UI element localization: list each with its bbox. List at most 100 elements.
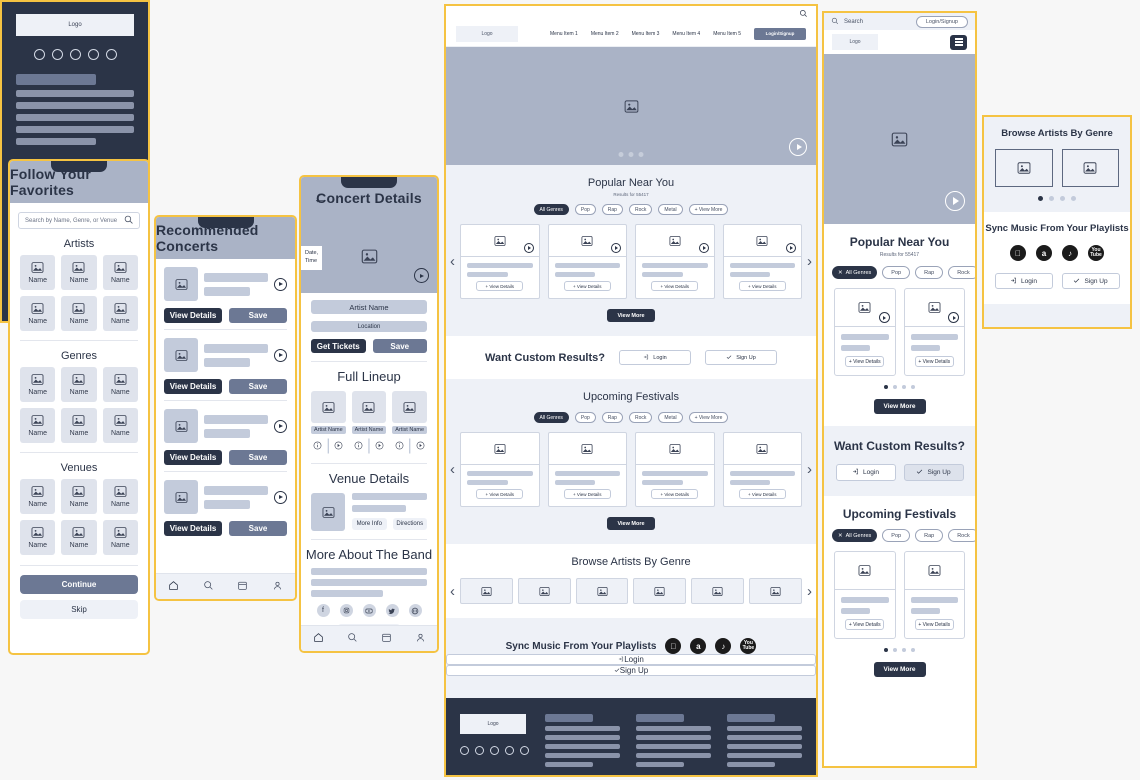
- concert-card[interactable]: + View Details: [722, 224, 802, 299]
- view-details-button[interactable]: + View Details: [651, 281, 699, 291]
- close-icon[interactable]: ✕: [838, 270, 843, 276]
- chip-rap[interactable]: Rap: [915, 529, 944, 542]
- chip-all-genres[interactable]: All Genres: [533, 204, 569, 215]
- tile-item[interactable]: Name: [102, 255, 138, 290]
- view-details-button[interactable]: View Details: [164, 308, 222, 323]
- lineup-item[interactable]: Artist Name |: [351, 391, 387, 455]
- continue-button[interactable]: Continue: [20, 575, 138, 594]
- tile-item[interactable]: Name: [20, 479, 56, 514]
- social-circle-icon[interactable]: [460, 746, 469, 755]
- festival-card[interactable]: + View Details: [547, 432, 627, 507]
- festival-card[interactable]: + View Details: [722, 432, 802, 507]
- view-details-button[interactable]: View Details: [164, 379, 222, 394]
- social-circle-icon[interactable]: [490, 746, 499, 755]
- login-button[interactable]: Login: [994, 273, 1053, 289]
- get-tickets-button[interactable]: Get Tickets: [311, 339, 366, 353]
- view-more-button[interactable]: View More: [873, 662, 926, 677]
- play-button[interactable]: [611, 243, 621, 253]
- concert-card[interactable]: + View Details: [834, 288, 896, 376]
- play-button[interactable]: [698, 243, 709, 253]
- chip-rap[interactable]: Rap: [601, 204, 623, 215]
- genre-tile[interactable]: [460, 578, 513, 604]
- view-more-button[interactable]: View More: [873, 399, 926, 414]
- play-button[interactable]: [786, 243, 796, 253]
- play-button[interactable]: [789, 138, 807, 156]
- nav-item-3[interactable]: Menu Item 3: [632, 31, 660, 37]
- chip-pop[interactable]: Pop: [882, 266, 911, 279]
- profile-icon[interactable]: [272, 578, 283, 596]
- play-button[interactable]: [945, 191, 965, 211]
- directions-button[interactable]: Directions: [392, 518, 427, 530]
- view-details-button[interactable]: + View Details: [845, 356, 885, 367]
- view-details-button[interactable]: + View Details: [738, 281, 786, 291]
- tile-item[interactable]: Name: [61, 479, 97, 514]
- amazon-music-icon[interactable]: a: [690, 638, 707, 654]
- play-button[interactable]: [274, 348, 287, 362]
- site-logo[interactable]: Logo: [832, 34, 878, 50]
- site-logo[interactable]: Logo: [456, 25, 518, 42]
- view-details-button[interactable]: + View Details: [476, 281, 524, 291]
- social-circle-icon[interactable]: [51, 49, 63, 60]
- save-button[interactable]: Save: [229, 379, 287, 394]
- tile-item[interactable]: Name: [102, 296, 138, 331]
- tile-item[interactable]: Name: [102, 479, 138, 514]
- tile-item[interactable]: Name: [20, 367, 56, 402]
- profile-icon[interactable]: [415, 630, 426, 648]
- apple-music-icon[interactable]: : [1010, 245, 1026, 261]
- more-info-button[interactable]: More Info: [352, 518, 387, 530]
- festival-card[interactable]: + View Details: [460, 432, 540, 507]
- chip-rock[interactable]: Rock: [948, 266, 975, 279]
- play-button[interactable]: [274, 419, 287, 433]
- save-button[interactable]: Save: [229, 308, 287, 323]
- play-button[interactable]: [414, 268, 429, 283]
- view-details-button[interactable]: + View Details: [738, 489, 786, 499]
- social-circle-icon[interactable]: [69, 49, 81, 60]
- signup-button[interactable]: Sign Up: [446, 665, 816, 676]
- festival-card[interactable]: + View Details: [903, 551, 965, 639]
- login-button[interactable]: Login: [446, 654, 816, 665]
- login-signup-button[interactable]: Login/Signup: [754, 27, 806, 40]
- tile-item[interactable]: Name: [61, 255, 97, 290]
- chip-metal[interactable]: Metal: [658, 204, 683, 215]
- view-details-button[interactable]: + View Details: [563, 281, 611, 291]
- home-icon[interactable]: [313, 630, 324, 648]
- carousel-dots[interactable]: [618, 152, 644, 157]
- genre-tile[interactable]: [995, 149, 1053, 187]
- calendar-icon[interactable]: [237, 578, 248, 596]
- carousel-next-arrow[interactable]: ›: [807, 254, 812, 269]
- save-button[interactable]: Save: [372, 339, 427, 353]
- chip-metal[interactable]: Metal: [658, 412, 683, 423]
- tile-item[interactable]: Name: [102, 408, 138, 443]
- chip-view-more[interactable]: + View More: [688, 412, 729, 423]
- search-icon[interactable]: [799, 6, 808, 23]
- tile-item[interactable]: Name: [20, 520, 56, 555]
- view-details-button[interactable]: + View Details: [845, 619, 885, 630]
- youtube-music-icon[interactable]: You Tube: [740, 638, 757, 654]
- genre-tile[interactable]: [749, 578, 802, 604]
- genre-tile[interactable]: [1061, 149, 1119, 187]
- chip-rap[interactable]: Rap: [601, 412, 623, 423]
- chip-pop[interactable]: Pop: [574, 412, 596, 423]
- info-icon[interactable]: [395, 437, 404, 455]
- social-circle-icon[interactable]: [33, 49, 45, 60]
- chip-all-genres[interactable]: All Genres: [533, 412, 569, 423]
- chip-rap[interactable]: Rap: [915, 266, 944, 279]
- info-icon[interactable]: [313, 437, 322, 455]
- carousel-dots[interactable]: [984, 196, 1130, 201]
- facebook-icon[interactable]: f: [316, 604, 330, 617]
- tile-item[interactable]: Name: [20, 296, 56, 331]
- play-button[interactable]: [274, 490, 287, 504]
- search-input[interactable]: Search by Name, Genre, or Venue: [18, 212, 140, 229]
- concert-card[interactable]: + View Details: [460, 224, 540, 299]
- carousel-next-arrow[interactable]: ›: [807, 584, 812, 599]
- tile-item[interactable]: Name: [20, 408, 56, 443]
- chip-view-more[interactable]: + View More: [688, 204, 729, 215]
- search-icon[interactable]: [347, 630, 358, 648]
- nav-item-4[interactable]: Menu Item 4: [672, 31, 700, 37]
- lineup-item[interactable]: Artist Name |: [392, 391, 427, 455]
- social-circle-icon[interactable]: [505, 746, 514, 755]
- close-icon[interactable]: ✕: [838, 533, 843, 539]
- chip-rock[interactable]: Rock: [948, 529, 975, 542]
- view-more-button[interactable]: View More: [607, 517, 655, 530]
- view-details-button[interactable]: + View Details: [914, 356, 954, 367]
